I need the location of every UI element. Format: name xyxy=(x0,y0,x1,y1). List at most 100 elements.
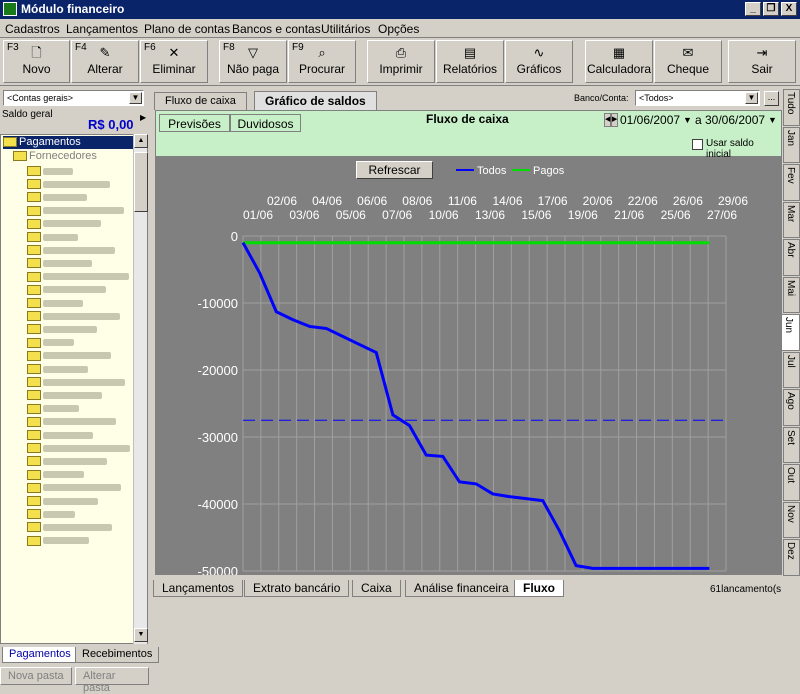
tab-extrato-bancario[interactable]: Extrato bancário xyxy=(244,580,350,597)
relatorios-button[interactable]: ▤ Relatórios xyxy=(436,40,504,83)
tab-fluxo-de-caixa[interactable]: Fluxo de caixa xyxy=(154,92,247,110)
tree-folder-item[interactable] xyxy=(27,323,97,336)
tab-previsoes[interactable]: Previsões xyxy=(159,114,230,132)
month-tab-fev[interactable]: Fev xyxy=(783,164,800,201)
tree-folder-item[interactable] xyxy=(27,469,84,482)
tree-folder-item[interactable] xyxy=(27,416,116,429)
tree-folder-item[interactable] xyxy=(27,482,121,495)
alterar-pasta-button[interactable]: Alterar pasta xyxy=(75,667,149,694)
tree-folder-item[interactable] xyxy=(27,191,87,204)
tree-folder-item[interactable] xyxy=(27,218,101,231)
banco-select[interactable]: <Todos> ▼ xyxy=(635,90,760,106)
tab-fluxo[interactable]: Fluxo xyxy=(514,580,564,597)
date-to-dropdown-icon[interactable]: ▼ xyxy=(768,115,777,125)
tree-folder-item[interactable] xyxy=(27,178,110,191)
month-tab-ago[interactable]: Ago xyxy=(783,389,800,426)
minimize-button[interactable]: _ xyxy=(745,2,761,16)
novo-button[interactable]: F3 🗋 Novo xyxy=(3,40,70,83)
menu-bancos-e-contas[interactable]: Bancos e contas xyxy=(232,22,321,36)
month-tab-jun[interactable]: Jun xyxy=(781,314,800,351)
redacted-label xyxy=(43,405,79,413)
month-tab-out[interactable]: Out xyxy=(783,464,800,501)
tree-folder-item[interactable] xyxy=(27,350,111,363)
month-tab-dez[interactable]: Dez xyxy=(783,539,800,576)
scroll-up-icon[interactable]: ▲ xyxy=(134,134,148,148)
tree-folder-item[interactable] xyxy=(27,205,124,218)
chevron-down-icon[interactable]: ▼ xyxy=(745,92,758,104)
tree-folder-item[interactable] xyxy=(27,337,74,350)
tree-folder-item[interactable] xyxy=(27,284,106,297)
tree-folder-item[interactable] xyxy=(27,521,112,534)
cheque-button[interactable]: ✉ Cheque xyxy=(654,40,722,83)
month-tab-jan[interactable]: Jan xyxy=(783,126,800,163)
menu-opcoes[interactable]: Opções xyxy=(378,22,419,36)
redacted-label xyxy=(43,444,130,452)
month-tab-abr[interactable]: Abr xyxy=(783,239,800,276)
usar-saldo-checkbox[interactable] xyxy=(692,139,703,150)
tab-caixa[interactable]: Caixa xyxy=(352,580,401,597)
scroll-down-icon[interactable]: ▼ xyxy=(134,628,148,642)
tree-root[interactable]: Pagamentos xyxy=(3,136,133,149)
date-prev-icon[interactable]: ◀ xyxy=(604,113,611,127)
folder-tree[interactable]: Pagamentos Fornecedores xyxy=(0,134,148,644)
month-tab-mai[interactable]: Mai xyxy=(783,276,800,313)
tab-lancamentos[interactable]: Lançamentos xyxy=(153,580,244,597)
tree-folder-item[interactable] xyxy=(27,297,83,310)
alterar-button[interactable]: F4 ✎ Alterar xyxy=(71,40,139,83)
tab-analise-financeira[interactable]: Análise financeira xyxy=(405,580,518,597)
month-tab-set[interactable]: Set xyxy=(783,426,800,463)
tree-folder-item[interactable] xyxy=(27,495,98,508)
account-select[interactable]: <Contas gerais> ▼ xyxy=(3,90,144,106)
tree-folder-item[interactable] xyxy=(27,310,120,323)
tree-scrollbar[interactable]: ▲ ▼ xyxy=(133,134,148,644)
month-tab-tudo[interactable]: Tudo xyxy=(783,89,800,126)
legend-label-todos: Todos xyxy=(477,165,507,177)
month-tab-jul[interactable]: Jul xyxy=(783,351,800,388)
tree-folder-item[interactable] xyxy=(27,403,79,416)
maximize-button[interactable]: ❐ xyxy=(763,2,779,16)
tree-folder-item[interactable] xyxy=(27,271,129,284)
tree-folder-item[interactable] xyxy=(27,455,107,468)
procurar-button[interactable]: F9 ⌕ Procurar xyxy=(288,40,356,83)
close-button[interactable]: X xyxy=(781,2,797,16)
tree-folder-item[interactable] xyxy=(27,257,92,270)
tree-folder-item[interactable] xyxy=(27,231,78,244)
imprimir-button[interactable]: ⎙ Imprimir xyxy=(367,40,435,83)
date-from-dropdown-icon[interactable]: ▼ xyxy=(683,115,692,125)
calculadora-button[interactable]: ▦ Calculadora xyxy=(585,40,653,83)
tree-folder-item[interactable] xyxy=(27,508,75,521)
tree-folder-item[interactable] xyxy=(27,429,93,442)
month-tab-nov[interactable]: Nov xyxy=(783,501,800,538)
nova-pasta-button[interactable]: Nova pasta xyxy=(0,667,72,685)
tree-folder-item[interactable] xyxy=(27,535,89,548)
menu-cadastros[interactable]: Cadastros xyxy=(5,22,60,36)
tab-duvidosos[interactable]: Duvidosos xyxy=(230,114,301,132)
tree-folder-item[interactable] xyxy=(27,165,73,178)
date-from[interactable]: 01/06/2007 xyxy=(620,113,680,127)
tree-folder-item[interactable] xyxy=(27,389,102,402)
chevron-down-icon[interactable]: ▼ xyxy=(129,92,142,104)
menu-utilitarios[interactable]: Utilitários xyxy=(321,22,370,36)
redacted-label xyxy=(43,299,83,307)
tree-folder-item[interactable] xyxy=(27,363,88,376)
sair-button[interactable]: ⇥ Sair xyxy=(728,40,796,83)
menu-lancamentos[interactable]: Lançamentos xyxy=(66,22,138,36)
tab-recebimentos[interactable]: Recebimentos xyxy=(75,647,160,663)
tree-folder-item[interactable] xyxy=(27,376,125,389)
toolbar: F3 🗋 Novo F4 ✎ Alterar F6 ✕ Eliminar F8 … xyxy=(0,38,800,86)
tree-folder-fornecedores[interactable]: Fornecedores xyxy=(13,150,97,163)
eliminar-button[interactable]: F6 ✕ Eliminar xyxy=(140,40,208,83)
graficos-button[interactable]: ∿ Gráficos xyxy=(505,40,573,83)
nao-paga-button[interactable]: F8 ▽ Não paga xyxy=(219,40,287,83)
month-tab-mar[interactable]: Mar xyxy=(783,201,800,238)
tab-pagamentos[interactable]: Pagamentos xyxy=(2,647,78,663)
menu-plano-de-contas[interactable]: Plano de contas xyxy=(144,22,230,36)
scroll-thumb[interactable] xyxy=(134,152,148,212)
menu-bar: Cadastros Lançamentos Plano de contas Ba… xyxy=(0,19,800,38)
date-to[interactable]: 30/06/2007 xyxy=(705,113,765,127)
tab-grafico-de-saldos[interactable]: Gráfico de saldos xyxy=(254,91,377,110)
tree-folder-item[interactable] xyxy=(27,244,115,257)
tree-folder-item[interactable] xyxy=(27,442,130,455)
more-button[interactable]: ... xyxy=(764,91,779,106)
date-next-icon[interactable]: ▶ xyxy=(611,113,618,127)
